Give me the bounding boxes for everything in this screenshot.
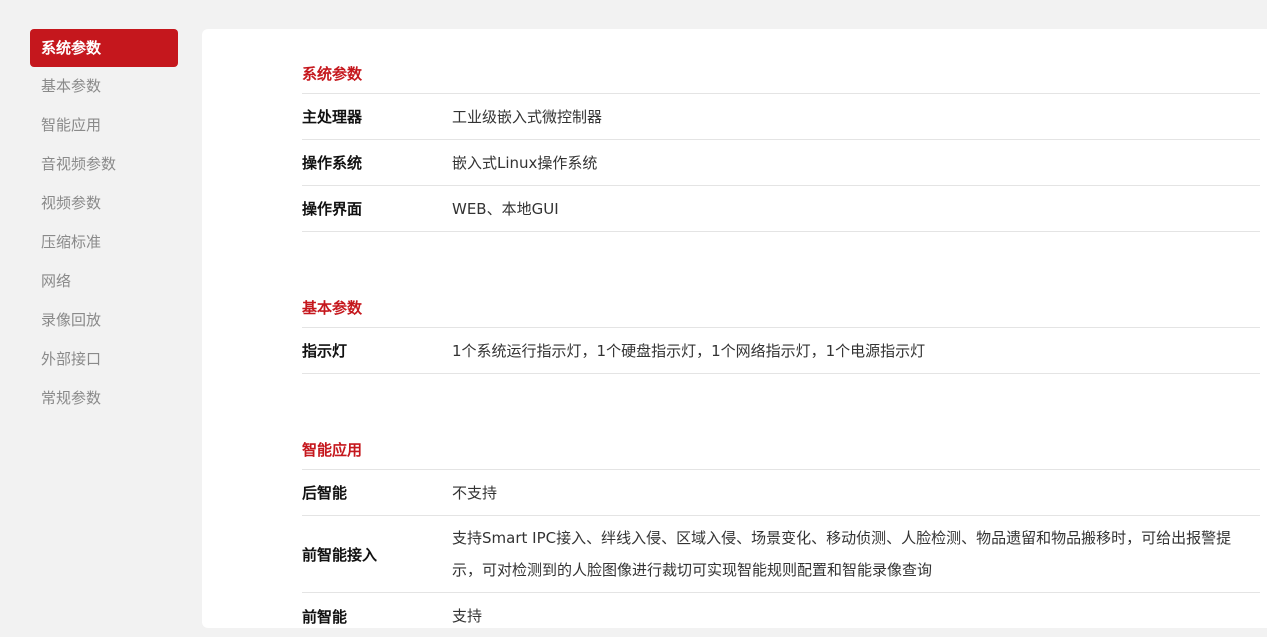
spec-value: 1个系统运行指示灯，1个硬盘指示灯，1个网络指示灯，1个电源指示灯 [452,341,926,360]
spec-label: 前智能接入 [302,545,378,564]
sidebar-item-system-params[interactable]: 系统参数 [30,29,178,67]
section-system-params: 系统参数 主处理器 工业级嵌入式微控制器 操作系统 嵌入式Linux操作系统 操… [302,54,1260,232]
spec-value: 支持Smart IPC接入、绊线入侵、区域入侵、场景变化、移动侦测、人脸检测、物… [452,529,1232,579]
section-title: 系统参数 [302,54,1260,94]
spec-label: 指示灯 [302,342,348,360]
sidebar-item-smart-apps[interactable]: 智能应用 [30,106,178,145]
sidebar-item-av-params[interactable]: 音视频参数 [30,145,178,184]
sidebar-item-video-params[interactable]: 视频参数 [30,184,178,223]
spec-row: 主处理器 工业级嵌入式微控制器 [302,94,1260,140]
section-smart-apps: 智能应用 后智能 不支持 前智能接入 支持Smart IPC接入、绊线入侵、区域… [302,430,1260,628]
spec-value: 嵌入式Linux操作系统 [452,153,598,172]
spec-value: 支持 [452,607,483,625]
spec-value: 不支持 [452,483,498,502]
sidebar-nav: 系统参数 基本参数 智能应用 音视频参数 视频参数 压缩标准 网络 录像回放 外… [30,29,178,418]
sidebar-item-basic-params[interactable]: 基本参数 [30,67,178,106]
spec-label: 主处理器 [302,108,363,126]
spec-row: 操作系统 嵌入式Linux操作系统 [302,140,1260,186]
sidebar-item-external-interfaces[interactable]: 外部接口 [30,340,178,379]
spec-row: 前智能 支持 [302,593,1260,628]
sidebar-item-compression[interactable]: 压缩标准 [30,223,178,262]
spec-row: 后智能 不支持 [302,470,1260,516]
sidebar-item-recording-playback[interactable]: 录像回放 [30,301,178,340]
spec-label: 操作界面 [302,200,363,218]
spec-row: 指示灯 1个系统运行指示灯，1个硬盘指示灯，1个网络指示灯，1个电源指示灯 [302,328,1260,374]
section-title: 智能应用 [302,430,1260,470]
section-title: 基本参数 [302,288,1260,328]
spec-label: 后智能 [302,484,348,502]
spec-row: 前智能接入 支持Smart IPC接入、绊线入侵、区域入侵、场景变化、移动侦测、… [302,516,1260,593]
section-basic-params: 基本参数 指示灯 1个系统运行指示灯，1个硬盘指示灯，1个网络指示灯，1个电源指… [302,288,1260,374]
spec-value: WEB、本地GUI [452,199,559,218]
sidebar-item-network[interactable]: 网络 [30,262,178,301]
spec-label: 前智能 [302,607,348,626]
spec-label: 操作系统 [302,154,363,172]
sidebar-item-general-params[interactable]: 常规参数 [30,379,178,418]
spec-value: 工业级嵌入式微控制器 [452,107,603,126]
spec-panel: 系统参数 主处理器 工业级嵌入式微控制器 操作系统 嵌入式Linux操作系统 操… [202,29,1267,628]
spec-row: 操作界面 WEB、本地GUI [302,186,1260,232]
